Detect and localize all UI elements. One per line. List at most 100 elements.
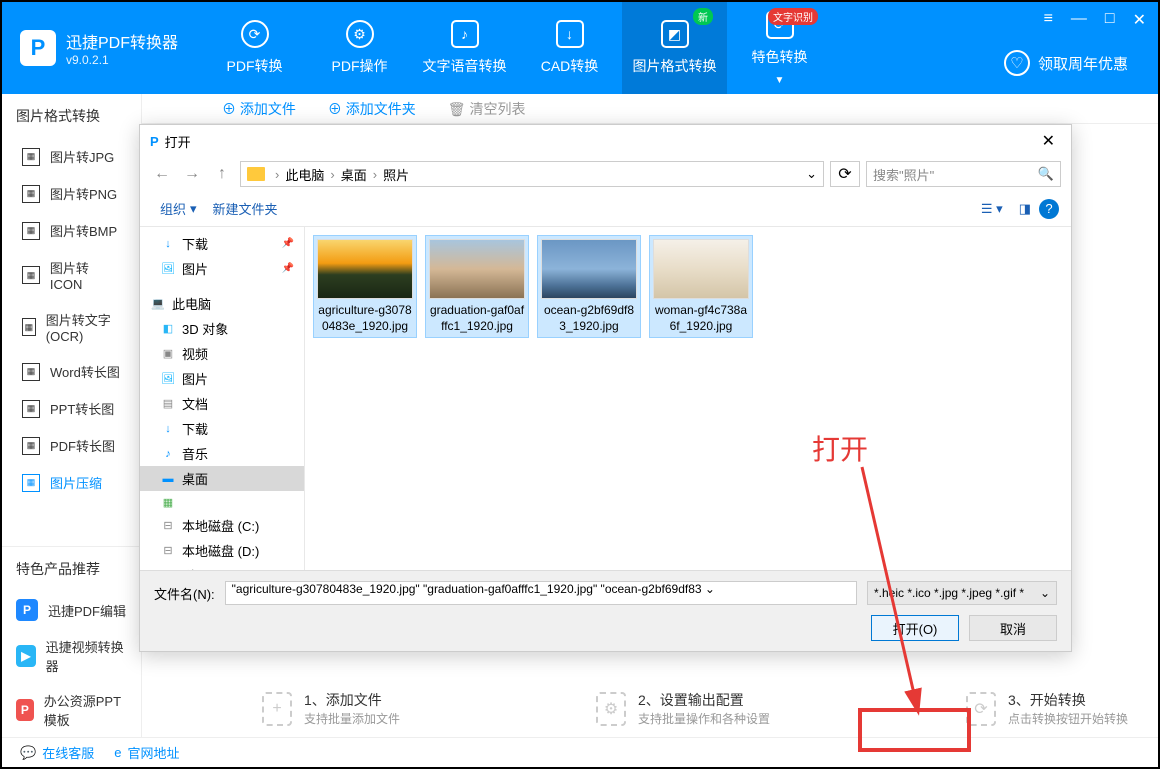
maximize-icon[interactable]: □ <box>1105 10 1115 30</box>
nav-pdf-convert[interactable]: ⟳PDF转换 <box>202 2 307 94</box>
tree-item[interactable]: 🖼图片📌 <box>140 256 304 281</box>
format-icon: ▦ <box>22 185 40 203</box>
nav-pdf-operate[interactable]: ⚙PDF操作 <box>307 2 412 94</box>
tree-item[interactable]: ↓下载 <box>140 416 304 441</box>
up-button[interactable]: ↑ <box>210 162 234 186</box>
tree-item[interactable]: 🖼图片 <box>140 366 304 391</box>
tree-node-icon: ▣ <box>160 346 176 362</box>
tree-item[interactable]: ▦ <box>140 491 304 513</box>
dialog-bottom: 文件名(N): "agriculture-g30780483e_1920.jpg… <box>140 570 1071 651</box>
tree-node-icon: ⊟ <box>160 543 176 559</box>
format-icon: ▦ <box>22 474 40 492</box>
nav-special-convert[interactable]: 文字识别⟳特色转换▼ <box>727 2 832 94</box>
promo-link[interactable]: ♡ 领取周年优惠 <box>1004 50 1128 76</box>
filter-select[interactable]: *.heic *.ico *.jpg *.jpeg *.gif *⌄ <box>867 581 1057 605</box>
step-1: +1、添加文件支持批量添加文件 <box>262 690 400 727</box>
new-folder-button[interactable]: 新建文件夹 <box>205 197 286 220</box>
sidebar-item[interactable]: ▦图片转ICON <box>2 249 141 301</box>
tree-item[interactable]: ↓下载📌 <box>140 231 304 256</box>
file-item[interactable]: agriculture-g30780483e_1920.jpg <box>313 235 417 338</box>
sidebar-item[interactable]: ▦图片转文字(OCR) <box>2 301 141 353</box>
organize-button[interactable]: 组织 ▾ <box>152 197 205 220</box>
nav-image-convert[interactable]: 新◩图片格式转换 <box>622 2 727 94</box>
forward-button[interactable]: → <box>180 162 204 186</box>
dialog-titlebar: P 打开 ✕ <box>140 125 1071 157</box>
add-file-step-icon: + <box>262 692 292 726</box>
format-icon: ▦ <box>22 148 40 166</box>
close-icon[interactable]: ✕ <box>1133 10 1146 30</box>
promo-item[interactable]: P迅捷PDF编辑 <box>2 591 141 629</box>
nav-text-voice[interactable]: ♪文字语音转换 <box>412 2 517 94</box>
sidebar-item[interactable]: ▦图片转PNG <box>2 175 141 212</box>
minimize-icon[interactable]: — <box>1071 10 1087 30</box>
preview-button[interactable]: ◨ <box>1011 199 1039 219</box>
promo-item[interactable]: P办公资源PPT模板 <box>2 683 141 737</box>
refresh-button[interactable]: ⟳ <box>830 161 860 187</box>
breadcrumb[interactable]: › 此电脑› 桌面› 照片 ⌄ <box>240 161 824 187</box>
tree-item[interactable]: ◧3D 对象 <box>140 316 304 341</box>
file-item[interactable]: graduation-gaf0afffc1_1920.jpg <box>425 235 529 338</box>
file-name-label: graduation-gaf0afffc1_1920.jpg <box>429 303 525 334</box>
tree-item[interactable]: ⊞网络 <box>140 563 304 570</box>
dialog-toolbar: 组织 ▾ 新建文件夹 ☰ ▾ ◨ ? <box>140 191 1071 227</box>
footer: 💬在线客服 e官网地址 <box>2 737 1158 767</box>
nav-cad-convert[interactable]: ↓CAD转换 <box>517 2 622 94</box>
add-folder-button[interactable]: ⊕ 添加文件夹 <box>328 99 416 119</box>
dialog-close-button[interactable]: ✕ <box>1036 131 1061 151</box>
app-small-logo-icon: P <box>150 134 159 149</box>
tree-node-icon: ▦ <box>160 494 176 510</box>
app-header: P 迅捷PDF转换器 v9.0.2.1 ⟳PDF转换 ⚙PDF操作 ♪文字语音转… <box>2 2 1158 94</box>
sidebar-item[interactable]: ▦图片转JPG <box>2 138 141 175</box>
tree-item[interactable]: ⊟本地磁盘 (C:) <box>140 513 304 538</box>
cad-icon: ↓ <box>556 20 584 48</box>
tree-node-icon: ↓ <box>160 236 176 252</box>
open-button[interactable]: 打开(O) <box>871 615 959 641</box>
add-file-button[interactable]: ⊕ 添加文件 <box>222 99 296 119</box>
file-thumbnail <box>429 239 525 299</box>
clear-list-button[interactable]: 🗑 清空列表 <box>448 99 526 119</box>
steps: +1、添加文件支持批量添加文件 ⚙2、设置输出配置支持批量操作和各种设置 ⟳3、… <box>262 690 1128 727</box>
online-service-link[interactable]: 💬在线客服 <box>20 743 94 762</box>
file-name-label: woman-gf4c738a6f_1920.jpg <box>653 303 749 334</box>
tree-item[interactable]: ▬桌面 <box>140 466 304 491</box>
back-button[interactable]: ← <box>150 162 174 186</box>
chevron-down-icon[interactable]: ⌄ <box>806 166 817 182</box>
tree-node-icon: ↓ <box>160 421 176 437</box>
official-site-link[interactable]: e官网地址 <box>114 743 179 762</box>
tree-item[interactable]: ⊟本地磁盘 (D:) <box>140 538 304 563</box>
sidebar: 图片格式转换 ▦图片转JPG▦图片转PNG▦图片转BMP▦图片转ICON▦图片转… <box>2 94 142 737</box>
headset-icon: 💬 <box>20 745 36 761</box>
tree-item[interactable]: ▣视频 <box>140 341 304 366</box>
file-item[interactable]: ocean-g2bf69df83_1920.jpg <box>537 235 641 338</box>
filename-label: 文件名(N): <box>154 584 215 603</box>
view-button[interactable]: ☰ ▾ <box>973 199 1011 219</box>
sidebar-item[interactable]: ▦Word转长图 <box>2 353 141 390</box>
tree-item[interactable]: ♪音乐 <box>140 441 304 466</box>
tree-node-icon: ▬ <box>160 471 176 487</box>
search-input[interactable]: 搜索"照片"🔍 <box>866 161 1061 187</box>
dialog-title: 打开 <box>165 132 191 151</box>
sidebar-item[interactable]: ▦图片压缩 <box>2 464 141 501</box>
tree-item[interactable]: 💻此电脑 <box>140 291 304 316</box>
help-icon[interactable]: ? <box>1039 199 1059 219</box>
sidebar-item[interactable]: ▦PPT转长图 <box>2 390 141 427</box>
promo-item[interactable]: ▶迅捷视频转换器 <box>2 629 141 683</box>
search-icon: 🔍 <box>1038 166 1054 182</box>
file-item[interactable]: woman-gf4c738a6f_1920.jpg <box>649 235 753 338</box>
folder-icon <box>247 167 265 181</box>
file-open-dialog: P 打开 ✕ ← → ↑ › 此电脑› 桌面› 照片 ⌄ ⟳ 搜索"照片"🔍 组… <box>139 124 1072 652</box>
annotation-label: 打开 <box>812 428 868 468</box>
settings-step-icon: ⚙ <box>596 692 626 726</box>
promo-app-icon: P <box>16 599 38 621</box>
ocr-badge: 文字识别 <box>768 8 818 25</box>
sidebar-item[interactable]: ▦图片转BMP <box>2 212 141 249</box>
tree-item[interactable]: ▤文档 <box>140 391 304 416</box>
menu-icon[interactable]: ≡ <box>1044 10 1053 30</box>
sidebar-item[interactable]: ▦PDF转长图 <box>2 427 141 464</box>
format-icon: ▦ <box>22 318 36 336</box>
convert-step-icon: ⟳ <box>966 692 996 726</box>
cancel-button[interactable]: 取消 <box>969 615 1057 641</box>
filename-input[interactable]: "agriculture-g30780483e_1920.jpg" "gradu… <box>225 581 857 605</box>
user-icon: ♡ <box>1004 50 1030 76</box>
operate-icon: ⚙ <box>346 20 374 48</box>
